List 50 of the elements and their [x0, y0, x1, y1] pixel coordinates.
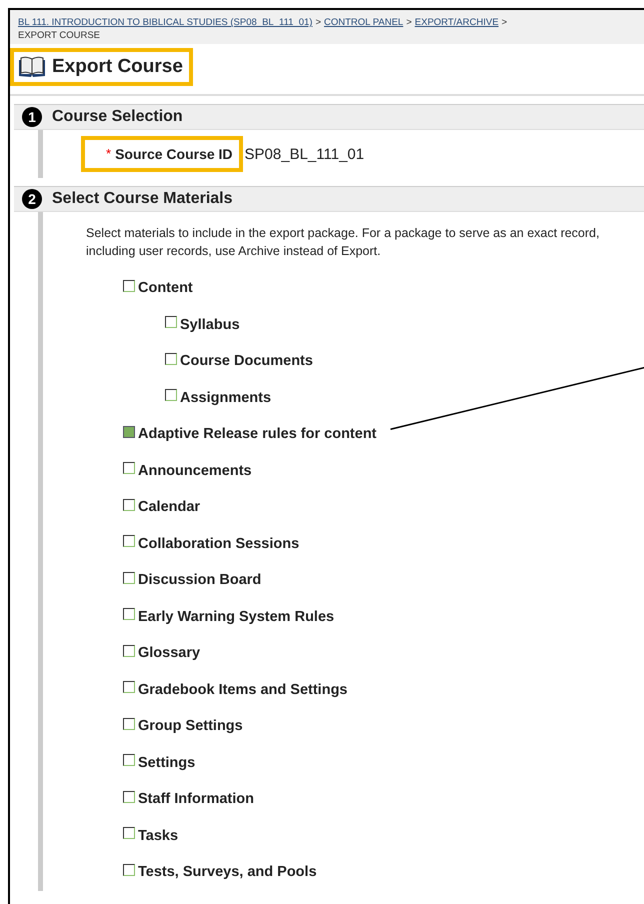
checkbox-label: Early Warning System Rules	[138, 608, 334, 625]
step-number: 2	[22, 189, 42, 209]
checkbox-label: Tests, Surveys, and Pools	[138, 864, 317, 880]
checkbox-label: Content	[138, 280, 193, 296]
checkbox[interactable]	[165, 352, 177, 365]
checkbox[interactable]	[123, 462, 135, 474]
checkbox-label: Announcements	[138, 462, 252, 479]
breadcrumb-separator: >	[502, 17, 508, 28]
checkbox-label: Adaptive Release rules for content	[138, 426, 377, 442]
checkbox[interactable]	[123, 572, 135, 584]
checkbox[interactable]	[123, 790, 135, 803]
checkbox[interactable]	[123, 718, 135, 730]
breadcrumb-link[interactable]: BL 111. INTRODUCTION TO BIBLICAL STUDIES (SP08_BL_111_01)	[18, 17, 312, 28]
breadcrumb-separator: >	[406, 17, 412, 28]
page-title: Export Course	[52, 56, 183, 78]
checkbox-label: Gradebook Items and Settings	[138, 682, 348, 698]
checkbox-label: Staff Information	[138, 791, 254, 808]
checkbox-label: Tasks	[138, 828, 178, 844]
checkbox-label: Discussion Board	[138, 572, 262, 588]
checkbox-label: Glossary	[138, 645, 200, 662]
step-number: 1	[22, 107, 42, 127]
checkbox[interactable]	[123, 827, 135, 840]
breadcrumb-link[interactable]: EXPORT/ARCHIVE	[414, 17, 499, 28]
checkbox[interactable]	[165, 389, 177, 402]
required-mark: *	[106, 146, 112, 161]
checkbox[interactable]	[123, 754, 135, 766]
checkbox-label: Syllabus	[180, 316, 240, 333]
description-text: Select materials to include in the export package. For a package to serve as an exact record, including user records, use Archive instead of Export.	[85, 225, 600, 260]
breadcrumb-current: EXPORT COURSE	[18, 30, 100, 41]
checkbox[interactable]	[165, 316, 177, 328]
breadcrumb-link[interactable]: CONTROL PANEL	[324, 17, 404, 28]
checkbox[interactable]	[123, 535, 135, 548]
checkbox-label: Collaboration Sessions	[138, 536, 300, 552]
checkbox-label: Settings	[138, 754, 196, 771]
checkbox[interactable]	[123, 681, 135, 694]
field-value: SP08_BL_111_01	[244, 146, 364, 162]
checkbox[interactable]	[123, 644, 135, 657]
book-icon	[18, 56, 46, 78]
checkbox[interactable]	[123, 608, 135, 620]
checkbox-label: Calendar	[138, 499, 200, 516]
checkbox-label: Assignments	[180, 390, 272, 406]
section-title: Select Course Materials	[52, 190, 233, 208]
checkbox[interactable]	[123, 864, 135, 876]
checkbox-label: Course Documents	[180, 353, 313, 370]
section-title: Course Selection	[52, 108, 183, 126]
checkbox[interactable]	[123, 280, 135, 292]
checkbox-label: Group Settings	[138, 718, 243, 734]
breadcrumb-separator: >	[315, 17, 322, 28]
checkbox[interactable]	[123, 498, 135, 511]
field-label: Source Course ID	[115, 146, 233, 162]
